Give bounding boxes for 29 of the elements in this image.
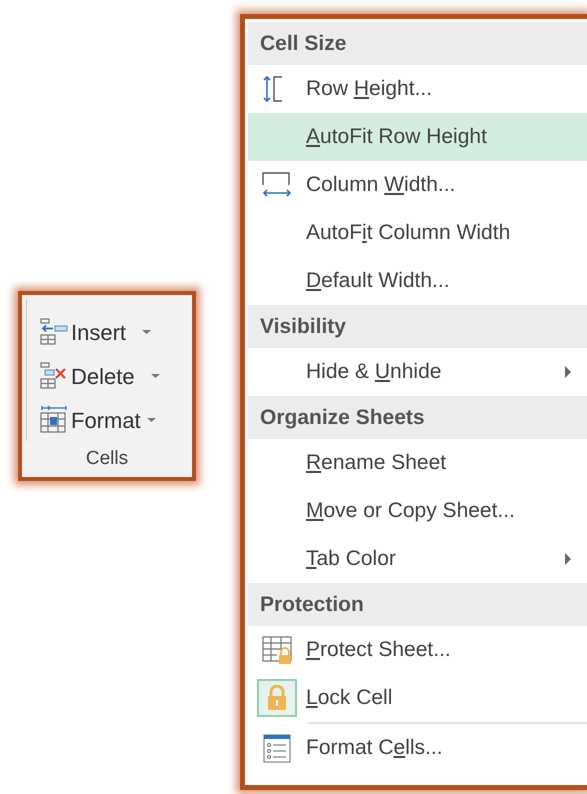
- menu-item[interactable]: Lock Cell: [248, 674, 587, 722]
- menu-item[interactable]: Rename Sheet: [248, 439, 587, 487]
- section-heading: Organize Sheets: [248, 396, 587, 439]
- menu-item[interactable]: Move or Copy Sheet...: [248, 487, 587, 535]
- menu-item[interactable]: Row Height...: [248, 65, 587, 113]
- format-list-icon: [263, 733, 291, 763]
- submenu-arrow-icon: [563, 365, 573, 379]
- ribbon-dropdown-button[interactable]: Insert: [39, 311, 154, 353]
- menu-item[interactable]: AutoFit Column Width: [248, 209, 587, 257]
- submenu-arrow-icon: [563, 552, 573, 566]
- menu-item[interactable]: Protect Sheet...: [248, 626, 587, 674]
- ribbon-dropdown-button[interactable]: Delete: [39, 355, 163, 397]
- menu-item[interactable]: Default Width...: [248, 257, 587, 305]
- insert-cells-icon: [39, 317, 69, 347]
- delete-cells-icon: [39, 361, 69, 391]
- sheet-lock-icon: [261, 635, 293, 665]
- section-heading: Visibility: [248, 305, 587, 348]
- menu-item[interactable]: Format Cells...: [248, 724, 587, 772]
- section-heading: Cell Size: [248, 22, 587, 65]
- column-width-icon: [261, 171, 293, 199]
- padlock-icon: [266, 685, 288, 711]
- menu-item[interactable]: Column Width...: [248, 161, 587, 209]
- group-label: Cells: [86, 447, 128, 471]
- section-heading: Protection: [248, 583, 587, 626]
- ribbon-dropdown-button[interactable]: Format: [39, 399, 159, 441]
- format-cells-icon: [39, 405, 69, 435]
- menu-item[interactable]: Tab Color: [248, 535, 587, 583]
- menu-item[interactable]: Hide & Unhide: [248, 348, 587, 396]
- menu-item[interactable]: AutoFit Row Height: [248, 113, 587, 161]
